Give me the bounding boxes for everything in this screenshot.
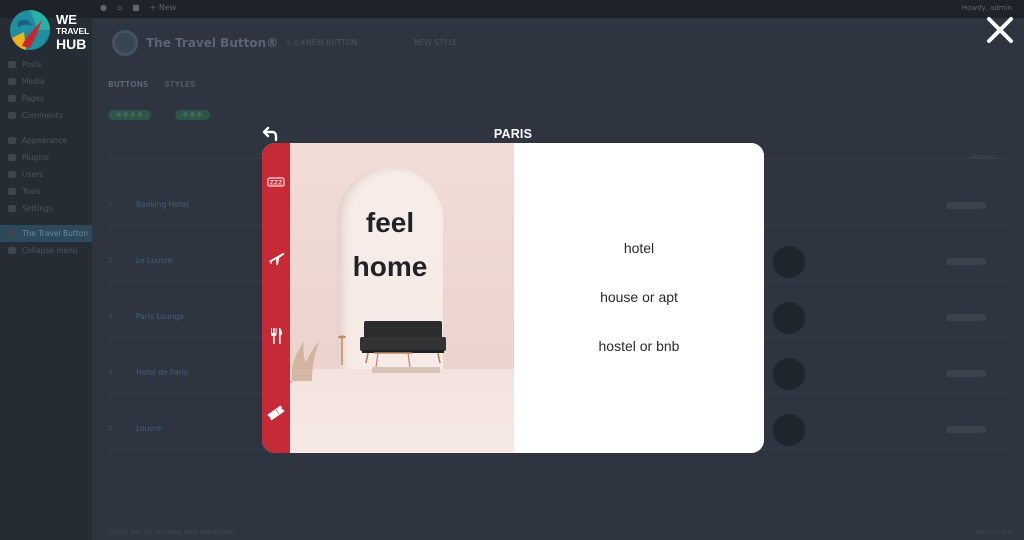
row-actions[interactable] bbox=[946, 258, 986, 265]
close-icon[interactable] bbox=[984, 14, 1016, 46]
row-name[interactable]: Hotel de Paris bbox=[136, 368, 188, 377]
sidebar-item-comments[interactable]: Comments bbox=[0, 107, 92, 124]
admin-bar-item[interactable]: ⌂ bbox=[117, 3, 122, 12]
sidebar-item-tools[interactable]: Tools bbox=[0, 183, 92, 200]
plugin-version: v. 0.4 bbox=[286, 39, 306, 47]
category-rail: ZZZ bbox=[262, 143, 290, 453]
svg-text:ZZZ: ZZZ bbox=[269, 180, 283, 187]
sidebar-item-appearance[interactable]: Appearance bbox=[0, 132, 92, 149]
row-badge bbox=[773, 414, 805, 446]
row-number: 3 bbox=[108, 312, 113, 320]
row-name[interactable]: Booking Hotel bbox=[136, 200, 189, 209]
tab-buttons[interactable]: BUTTONS bbox=[108, 80, 148, 89]
sleep-zzz-icon[interactable]: ZZZ bbox=[266, 172, 286, 192]
sidebar-item-travel-button[interactable]: The Travel Button bbox=[0, 225, 92, 242]
tab-styles[interactable]: STYLES bbox=[164, 80, 195, 89]
row-actions[interactable] bbox=[946, 202, 986, 209]
sidebar-item-settings[interactable]: Settings bbox=[0, 200, 92, 217]
sidebar-item-plugins[interactable]: Plugins bbox=[0, 149, 92, 166]
admin-bar-item[interactable]: + New bbox=[150, 3, 177, 12]
filter-pills: ● ● ● ● ● ● ● bbox=[108, 110, 211, 120]
lodging-options: hotel house or apt hostel or bnb bbox=[514, 143, 764, 453]
option-hotel[interactable]: hotel bbox=[514, 240, 764, 256]
city-title: PARIS bbox=[493, 127, 533, 141]
admin-footer-version: Version 5.6 bbox=[975, 528, 1012, 536]
admin-bar-item[interactable]: ● bbox=[100, 3, 107, 12]
option-hostel-or-bnb[interactable]: hostel or bnb bbox=[514, 338, 764, 354]
column-header-actions: Actions bbox=[972, 153, 996, 161]
admin-footer-text: Thank you for creating with WordPress. bbox=[108, 528, 236, 536]
sidebar-item-pages[interactable]: Pages bbox=[0, 90, 92, 107]
row-number: 5 bbox=[108, 424, 113, 432]
option-house-or-apt[interactable]: house or apt bbox=[514, 289, 764, 305]
brand-wordmark: WE TRAVEL HUB bbox=[56, 13, 89, 51]
slogan-line: feel bbox=[365, 207, 415, 238]
row-name[interactable]: Louvre bbox=[136, 424, 161, 433]
row-number: 2 bbox=[108, 256, 113, 264]
brand-travel: TRAVEL bbox=[56, 26, 90, 36]
filter-pill[interactable]: ● ● ● ● bbox=[108, 110, 151, 120]
plugin-header: The Travel Button® v. 0.4 bbox=[112, 30, 305, 56]
airplane-icon[interactable] bbox=[266, 248, 286, 268]
plugin-tabs: BUTTONS STYLES bbox=[108, 80, 196, 89]
row-badge bbox=[773, 246, 805, 278]
row-actions[interactable] bbox=[946, 426, 986, 433]
admin-bar-left: ● ⌂ ■ + New bbox=[100, 3, 176, 12]
row-number: 1 bbox=[108, 200, 113, 208]
row-badge bbox=[773, 302, 805, 334]
plugin-name: The Travel Button® bbox=[146, 36, 279, 50]
row-actions[interactable] bbox=[946, 314, 986, 321]
new-button-link[interactable]: NEW BUTTON bbox=[306, 38, 357, 47]
brand-globe-icon bbox=[10, 10, 50, 50]
row-number: 4 bbox=[108, 368, 113, 376]
brand-we: WE bbox=[56, 12, 77, 27]
sidebar-item-users[interactable]: Users bbox=[0, 166, 92, 183]
sofa-illustration bbox=[290, 321, 446, 383]
row-badge bbox=[773, 358, 805, 390]
row-name[interactable]: Paris Lounge bbox=[136, 312, 184, 321]
admin-sidebar: Posts Media Pages Comments Appearance Pl… bbox=[0, 18, 92, 540]
filter-pill[interactable]: ● ● ● bbox=[174, 110, 211, 120]
travel-modal: ZZZ feel home hotel house or apt hostel … bbox=[262, 143, 764, 453]
admin-bar-item[interactable]: ■ bbox=[132, 3, 140, 12]
new-style-link[interactable]: NEW STYLE bbox=[414, 38, 457, 47]
row-name[interactable]: Le Louvre bbox=[136, 256, 172, 265]
sidebar-item-media[interactable]: Media bbox=[0, 73, 92, 90]
fork-knife-icon[interactable] bbox=[266, 326, 286, 346]
modal-title-bar: PARIS bbox=[262, 125, 764, 143]
admin-bar: ● ⌂ ■ + New Howdy, admin bbox=[0, 0, 1024, 18]
ticket-icon[interactable] bbox=[266, 403, 286, 423]
sidebar-item-posts[interactable]: Posts bbox=[0, 56, 92, 73]
photo-slogan: feel home bbox=[337, 201, 443, 289]
promo-photo: feel home bbox=[290, 143, 514, 453]
row-actions[interactable] bbox=[946, 370, 986, 377]
plugin-logo bbox=[112, 30, 138, 56]
brand-hub: HUB bbox=[56, 35, 87, 52]
admin-greeting[interactable]: Howdy, admin bbox=[962, 4, 1012, 12]
slogan-line: home bbox=[352, 251, 428, 282]
we-travel-hub-logo: WE TRAVEL HUB bbox=[8, 8, 98, 54]
sidebar-item-collapse[interactable]: Collapse menu bbox=[0, 242, 92, 259]
